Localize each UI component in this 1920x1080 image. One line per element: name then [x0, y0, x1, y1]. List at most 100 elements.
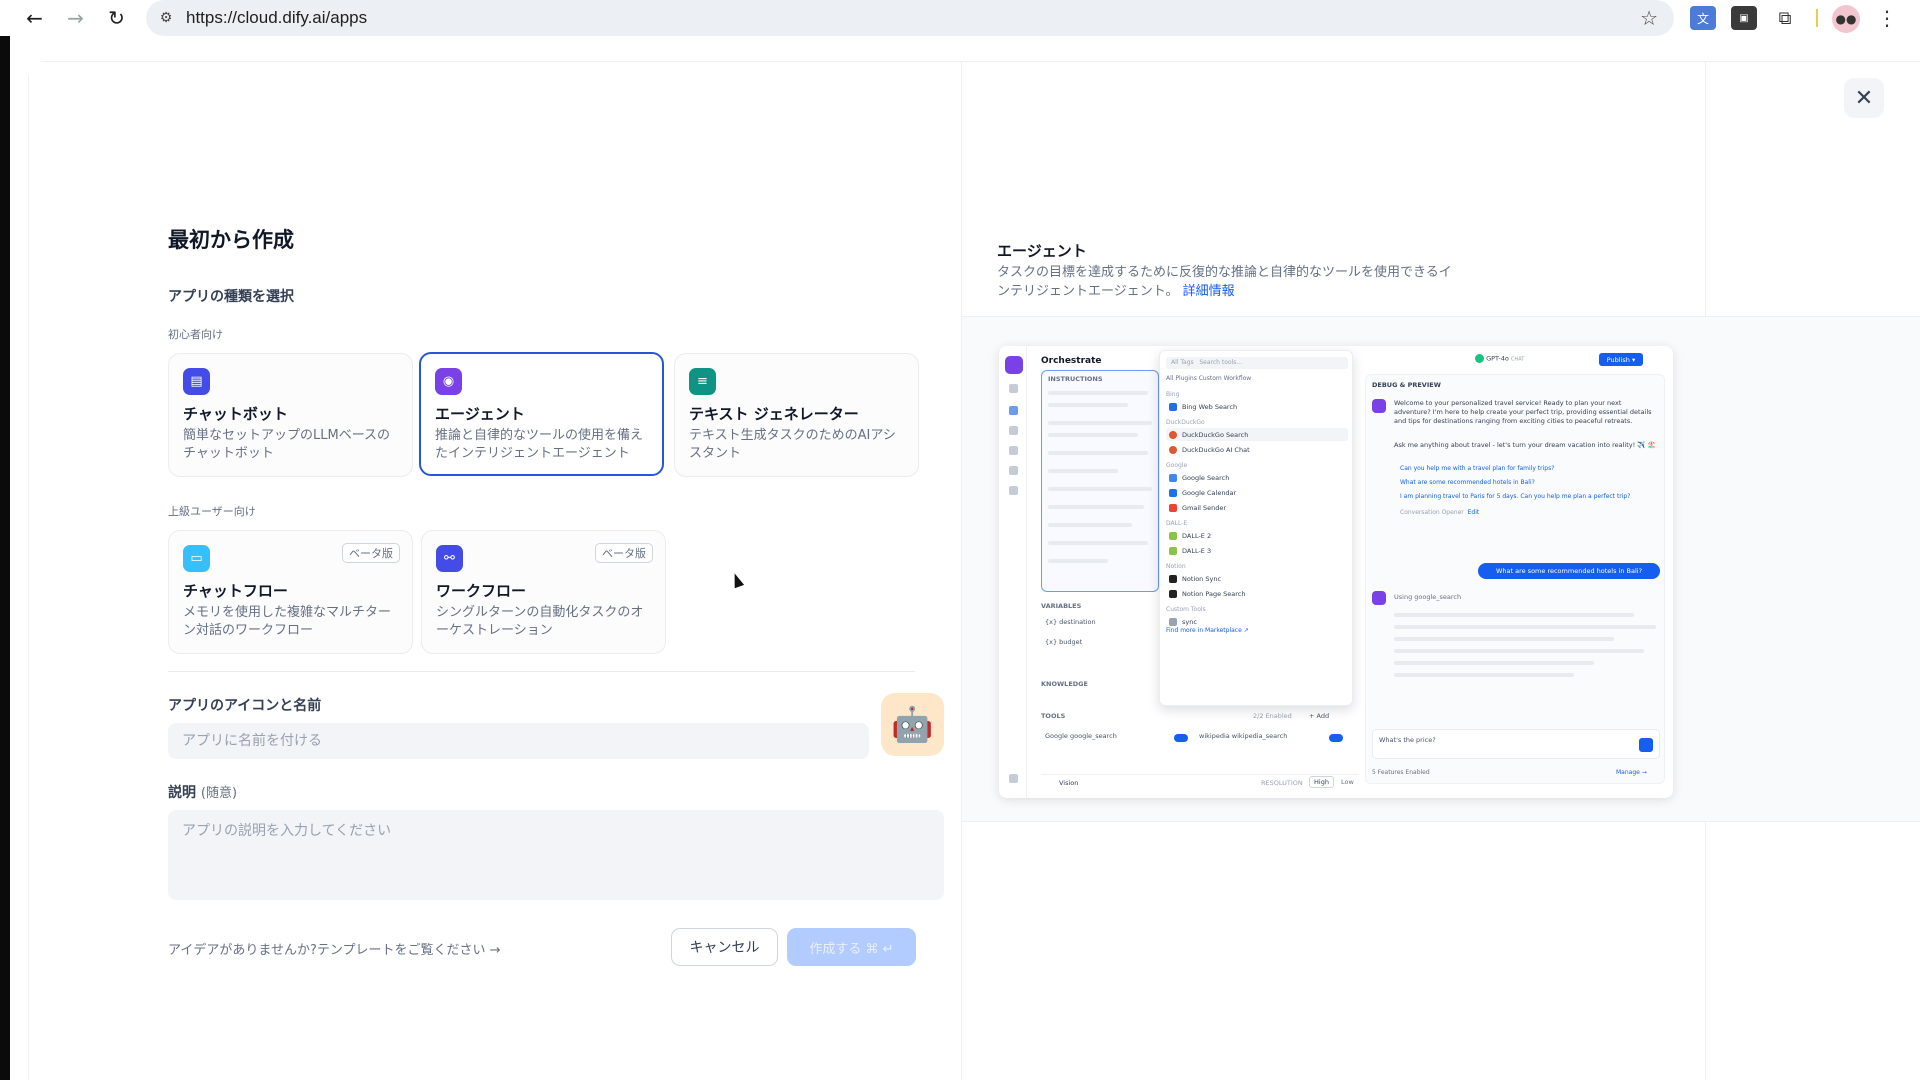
browse-templates-link[interactable]: アイデアがありませんか?テンプレートをご覧ください → — [168, 939, 501, 958]
text-generator-icon: ≡ — [689, 368, 716, 395]
create-form-pane: 最初から作成 アプリの種類を選択 初心者向け ▤ チャットボット 簡単なセットア… — [29, 62, 961, 1080]
bookmark-star-icon[interactable]: ☆ — [1640, 6, 1658, 30]
translate-extension-icon[interactable]: 文 — [1690, 6, 1716, 30]
name-field-label: アプリのアイコンと名前 — [168, 698, 322, 714]
chat-input-box: What's the price? — [1372, 729, 1660, 759]
app-type-chatbot-card[interactable]: ▤ チャットボット 簡単なセットアップのLLMベースのチャットボット — [168, 353, 413, 477]
tool-toggle — [1329, 734, 1343, 742]
preview-title: エージェント — [997, 242, 1087, 260]
knowledge-label: KNOWLEDGE — [1041, 680, 1088, 688]
variable-row: {x} budget — [1045, 638, 1083, 646]
tool-row: Google google_search — [1045, 732, 1117, 740]
tool-group-label: Bing — [1166, 391, 1180, 398]
custom-tool-icon — [1169, 617, 1177, 626]
tool-toggle — [1174, 734, 1188, 742]
debug-preview-panel: DEBUG & PREVIEW Welcome to your personal… — [1365, 374, 1665, 784]
sidebar-icon — [1009, 384, 1018, 393]
notion-icon — [1169, 589, 1177, 598]
text-placeholder-line — [1048, 523, 1132, 527]
debug-title: DEBUG & PREVIEW — [1372, 381, 1441, 389]
app-icon-picker[interactable]: 🤖 — [881, 693, 944, 756]
app-type-name: チャットボット — [183, 405, 288, 423]
tool-search-box: All Tags Search tools... — [1166, 357, 1348, 369]
tool-item: DuckDuckGo AI Chat — [1166, 443, 1348, 456]
features-manage-link: Manage → — [1616, 769, 1647, 776]
app-type-heading: アプリの種類を選択 — [168, 289, 294, 305]
instructions-box: INSTRUCTIONS — [1041, 370, 1159, 592]
profile-avatar-icon[interactable]: ●● — [1832, 5, 1860, 33]
tool-item: DALL-E 3 — [1166, 544, 1348, 557]
back-icon[interactable]: ← — [14, 0, 55, 36]
tool-group-label: DuckDuckGo — [1166, 419, 1205, 426]
marketplace-link: Find more in Marketplace ↗ — [1166, 627, 1249, 634]
chat-input-text: What's the price? — [1379, 736, 1436, 744]
tool-item: DuckDuckGo Search — [1166, 428, 1348, 441]
text-placeholder-line — [1394, 625, 1656, 629]
user-message-bubble: What are some recommended hotels in Bali… — [1478, 563, 1660, 579]
opener-label: Conversation Opener — [1400, 509, 1464, 516]
tags-filter: All Tags — [1171, 359, 1194, 366]
chatflow-icon: ▭ — [183, 545, 210, 572]
calendar-icon — [1169, 488, 1177, 497]
toolbar-divider — [1816, 9, 1818, 27]
app-type-agent-card[interactable]: ◉ エージェント 推論と自律的なツールの使用を備えたインテリジェントエージェント — [419, 352, 664, 476]
tools-add-button: + Add — [1309, 712, 1330, 720]
opener-edit: Edit — [1467, 509, 1480, 516]
tool-group-label: Google — [1166, 462, 1188, 469]
screen-extension-icon[interactable]: ▣ — [1731, 6, 1757, 30]
app-type-workflow-card[interactable]: ⚯ ベータ版 ワークフロー シングルターンの自動化タスクのオーケストレーション — [421, 530, 666, 654]
app-description-input[interactable] — [168, 810, 944, 900]
chatbot-icon: ▤ — [183, 368, 210, 395]
app-name-input[interactable] — [168, 723, 869, 759]
conversation-opener: Conversation Opener Edit — [1400, 509, 1479, 516]
resolution-low: Low — [1341, 778, 1354, 786]
tool-group-label: Notion — [1166, 563, 1186, 570]
sidebar-icon — [1009, 774, 1018, 783]
app-type-desc: 簡単なセットアップのLLMベースのチャットボット — [183, 428, 391, 461]
cancel-button[interactable]: キャンセル — [671, 928, 778, 966]
suggested-question: Can you help me with a travel plan for f… — [1400, 465, 1555, 472]
text-placeholder-line — [1394, 637, 1614, 641]
tools-label: TOOLS — [1041, 712, 1066, 720]
reload-icon[interactable]: ↻ — [96, 0, 137, 36]
tool-group-label: DALL-E — [1166, 520, 1188, 527]
model-name: GPT-4o — [1486, 354, 1509, 363]
variables-label: VARIABLES — [1041, 602, 1082, 610]
instructions-label: INSTRUCTIONS — [1048, 375, 1103, 383]
extensions-puzzle-icon[interactable]: ⧉ — [1772, 6, 1798, 30]
send-icon — [1639, 738, 1653, 752]
app-type-text-generator-card[interactable]: ≡ テキスト ジェネレーター テキスト生成タスクのためのAIアシスタント — [674, 353, 919, 477]
resolution-high: High — [1309, 776, 1334, 788]
google-icon — [1169, 473, 1177, 482]
learn-more-link[interactable]: 詳細情報 — [1183, 284, 1235, 299]
sidebar-icon — [1009, 446, 1018, 455]
bing-icon — [1169, 402, 1177, 411]
tool-using-indicator: Using google_search — [1394, 593, 1462, 601]
beginner-label: 初心者向け — [168, 328, 223, 341]
agent-preview-screenshot: Orchestrate INSTRUCTIONS VARIABLES {x} d… — [999, 346, 1673, 798]
window-edge — [0, 36, 10, 1080]
preview-sidebar — [999, 346, 1027, 798]
text-placeholder-line — [1048, 469, 1118, 473]
text-placeholder-line — [1394, 661, 1594, 665]
more-menu-icon[interactable]: ⋮ — [1874, 6, 1900, 30]
tool-item: Notion Page Search — [1166, 587, 1348, 600]
text-placeholder-line — [1048, 433, 1138, 437]
url-text[interactable]: https://cloud.dify.ai/apps — [186, 8, 367, 28]
bot-avatar-icon — [1372, 591, 1386, 605]
ask-message: Ask me anything about travel - let's tur… — [1394, 441, 1656, 449]
address-bar[interactable]: ⚙ https://cloud.dify.ai/apps ☆ — [146, 0, 1674, 36]
app-type-name: ワークフロー — [436, 582, 527, 600]
beta-badge: ベータ版 — [595, 543, 653, 563]
tool-item-label: DuckDuckGo Search — [1182, 430, 1249, 439]
bot-avatar-icon — [1372, 399, 1386, 413]
forward-icon[interactable]: → — [55, 0, 96, 36]
close-icon[interactable]: ✕ — [1844, 78, 1884, 118]
create-button[interactable]: 作成する ⌘ ↵ — [787, 928, 916, 966]
site-settings-icon[interactable]: ⚙ — [146, 10, 186, 26]
tool-picker-menu: All Tags Search tools... All Plugins Cus… — [1159, 350, 1353, 706]
features-enabled: 5 Features Enabled — [1372, 769, 1430, 776]
app-type-chatflow-card[interactable]: ▭ ベータ版 チャットフロー メモリを使用した複雑なマルチターン対話のワークフロ… — [168, 530, 413, 654]
sidebar-icon — [1009, 406, 1018, 415]
gmail-icon — [1169, 503, 1177, 512]
